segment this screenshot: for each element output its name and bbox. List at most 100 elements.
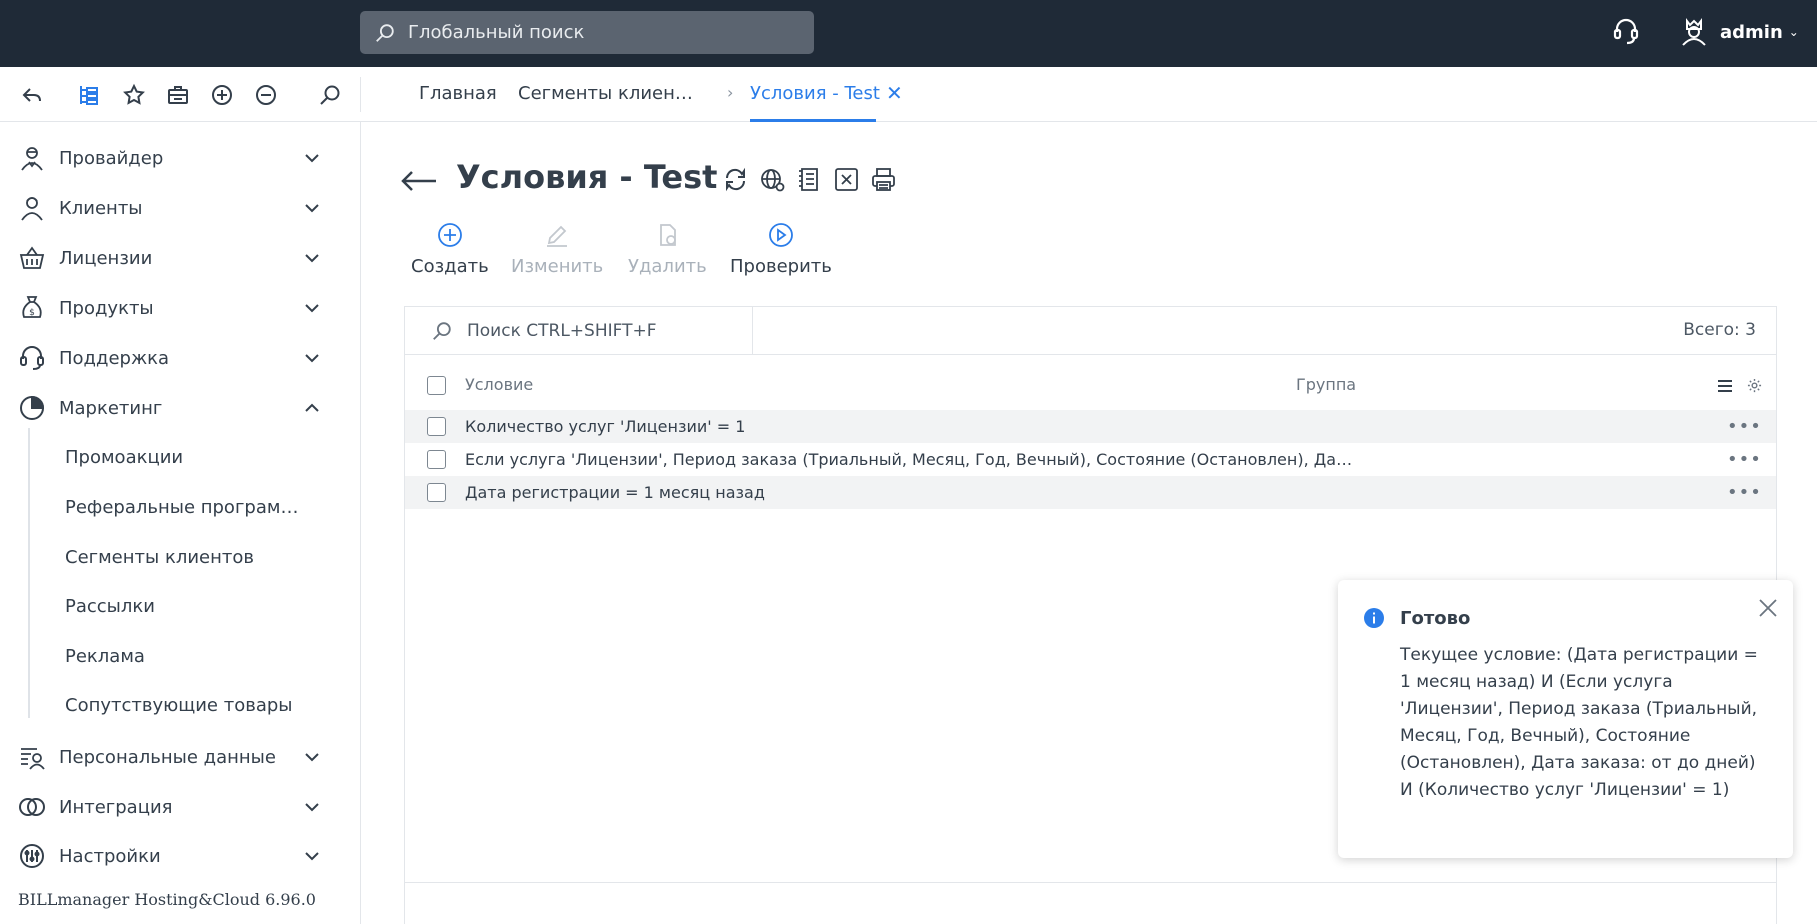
secondary-toolbar: Главная Сегменты клиен… › Условия - Test… xyxy=(0,67,1817,122)
support-headset-icon[interactable] xyxy=(1612,16,1640,46)
create-label: Создать xyxy=(411,256,489,277)
briefcase-icon[interactable] xyxy=(164,81,192,109)
sidebar-subitem-related-products[interactable]: Сопутствующие товары xyxy=(65,695,293,716)
edit-label: Изменить xyxy=(511,256,604,277)
sidebar-subitem-client-segments[interactable]: Сегменты клиентов xyxy=(65,547,254,568)
sidebar-item-licenses[interactable]: Лицензии xyxy=(0,236,360,280)
document-list-icon[interactable] xyxy=(796,166,823,193)
row-more-icon[interactable]: ••• xyxy=(1727,416,1762,437)
table-search-input[interactable]: Поиск CTRL+SHIFT+F xyxy=(405,307,753,354)
row-more-icon[interactable]: ••• xyxy=(1727,449,1762,470)
svg-text:$: $ xyxy=(29,308,35,318)
sidebar-item-integration[interactable]: Интеграция xyxy=(0,785,360,829)
notification-toast: Готово Текущее условие: (Дата регистраци… xyxy=(1338,580,1793,858)
settings-sliders-icon xyxy=(20,844,44,868)
column-header-condition[interactable]: Условие xyxy=(465,375,533,394)
sidebar-item-label: Провайдер xyxy=(59,147,164,169)
delete-label: Удалить xyxy=(628,256,707,277)
sidebar-subitem-referral[interactable]: Реферальные програм… xyxy=(65,497,298,518)
title-toolbar xyxy=(722,166,897,193)
user-menu[interactable]: admin ⌄ xyxy=(1680,16,1799,48)
expand-all-icon[interactable] xyxy=(208,81,236,109)
row-condition: Количество услуг 'Лицензии' = 1 xyxy=(465,417,746,436)
excel-export-icon[interactable] xyxy=(833,166,860,193)
sidebar-item-label: Персональные данные xyxy=(59,746,276,768)
breadcrumb-current[interactable]: Условия - Test xyxy=(750,83,880,104)
sidebar-item-clients[interactable]: Клиенты xyxy=(0,186,360,230)
collapse-all-icon[interactable] xyxy=(252,81,280,109)
table-footer-divider xyxy=(405,882,1776,883)
table-row[interactable]: Дата регистрации = 1 месяц назад ••• xyxy=(405,476,1776,509)
sidebar-subitem-mailings[interactable]: Рассылки xyxy=(65,596,155,617)
sidebar-item-label: Интеграция xyxy=(59,796,173,818)
row-condition: Дата регистрации = 1 месяц назад xyxy=(465,483,765,502)
global-search-input[interactable]: Глобальный поиск xyxy=(360,11,814,54)
sidebar-item-personal-data[interactable]: Персональные данные xyxy=(0,735,360,779)
sidebar-subitem-promotions[interactable]: Промоакции xyxy=(65,447,183,468)
tree-menu-icon[interactable] xyxy=(75,81,103,109)
back-arrow-icon[interactable] xyxy=(18,81,46,109)
check-button[interactable]: Проверить xyxy=(730,222,832,277)
search-icon xyxy=(376,23,394,42)
sidebar-item-marketing[interactable]: Маркетинг xyxy=(0,386,360,430)
close-icon[interactable] xyxy=(1756,596,1780,620)
money-bag-icon: $ xyxy=(22,296,42,318)
row-more-icon[interactable]: ••• xyxy=(1727,482,1762,503)
toast-title: Готово xyxy=(1400,608,1471,629)
table-header: Условие Группа xyxy=(405,369,1776,401)
row-condition: Если услуга 'Лицензии', Период заказа (Т… xyxy=(465,450,1353,469)
sidebar-item-settings[interactable]: Настройки xyxy=(0,834,360,878)
table-search-placeholder: Поиск CTRL+SHIFT+F xyxy=(467,320,657,341)
star-icon[interactable] xyxy=(120,81,148,109)
app-version: BILLmanager Hosting&Cloud 6.96.0 xyxy=(18,890,316,909)
sidebar-item-label: Лицензии xyxy=(59,247,153,269)
chevron-up-icon xyxy=(305,403,319,412)
row-checkbox[interactable] xyxy=(427,450,446,469)
edit-button[interactable]: Изменить xyxy=(511,222,603,277)
info-icon xyxy=(1364,608,1384,628)
breadcrumb-chevron-icon: › xyxy=(727,83,734,102)
row-checkbox[interactable] xyxy=(427,417,446,436)
globe-settings-icon[interactable] xyxy=(759,166,786,193)
sidebar-subitem-ads[interactable]: Реклама xyxy=(65,646,145,667)
menu-search-icon[interactable] xyxy=(316,81,344,109)
personal-data-icon xyxy=(21,748,45,770)
table-row[interactable]: Если услуга 'Лицензии', Период заказа (Т… xyxy=(405,443,1776,476)
gear-icon[interactable] xyxy=(1747,378,1762,393)
toast-message: Текущее условие: (Дата регистрации = 1 м… xyxy=(1400,645,1758,800)
sidebar-item-label: Маркетинг xyxy=(59,397,163,419)
breadcrumb-home[interactable]: Главная xyxy=(419,83,497,104)
delete-document-icon xyxy=(660,224,677,246)
page-back-arrow-icon[interactable] xyxy=(400,166,438,196)
breadcrumb-segments[interactable]: Сегменты клиен… xyxy=(518,83,693,104)
column-header-group[interactable]: Группа xyxy=(1296,375,1356,394)
top-bar: Глобальный поиск admin ⌄ xyxy=(0,0,1817,67)
username: admin xyxy=(1720,21,1783,43)
chevron-down-icon xyxy=(305,852,319,861)
sidebar-item-label: Продукты xyxy=(59,297,154,319)
active-tab-indicator xyxy=(750,119,876,122)
refresh-icon[interactable] xyxy=(722,166,749,193)
close-tab-icon[interactable]: ✕ xyxy=(886,81,903,105)
check-label: Проверить xyxy=(730,256,832,277)
sidebar-item-support[interactable]: Поддержка xyxy=(0,336,360,380)
print-icon[interactable] xyxy=(870,166,897,193)
sidebar-item-provider[interactable]: Провайдер xyxy=(0,136,360,180)
delete-button[interactable]: Удалить xyxy=(628,222,707,277)
select-all-checkbox[interactable] xyxy=(427,376,446,395)
table-row[interactable]: Количество услуг 'Лицензии' = 1 ••• xyxy=(405,410,1776,443)
pencil-icon xyxy=(547,225,568,247)
column-list-icon[interactable] xyxy=(1717,378,1733,394)
integration-icon xyxy=(19,798,45,816)
pie-chart-icon xyxy=(20,395,45,420)
sidebar-item-label: Поддержка xyxy=(59,347,170,369)
chevron-down-icon xyxy=(305,753,319,762)
row-checkbox[interactable] xyxy=(427,483,446,502)
sidebar-item-products[interactable]: $ Продукты xyxy=(0,286,360,330)
chevron-down-icon xyxy=(305,304,319,313)
clients-icon xyxy=(21,197,43,221)
global-search-placeholder: Глобальный поиск xyxy=(408,22,585,43)
create-button[interactable]: Создать xyxy=(411,222,489,277)
chevron-down-icon xyxy=(305,354,319,363)
basket-icon xyxy=(19,246,45,269)
